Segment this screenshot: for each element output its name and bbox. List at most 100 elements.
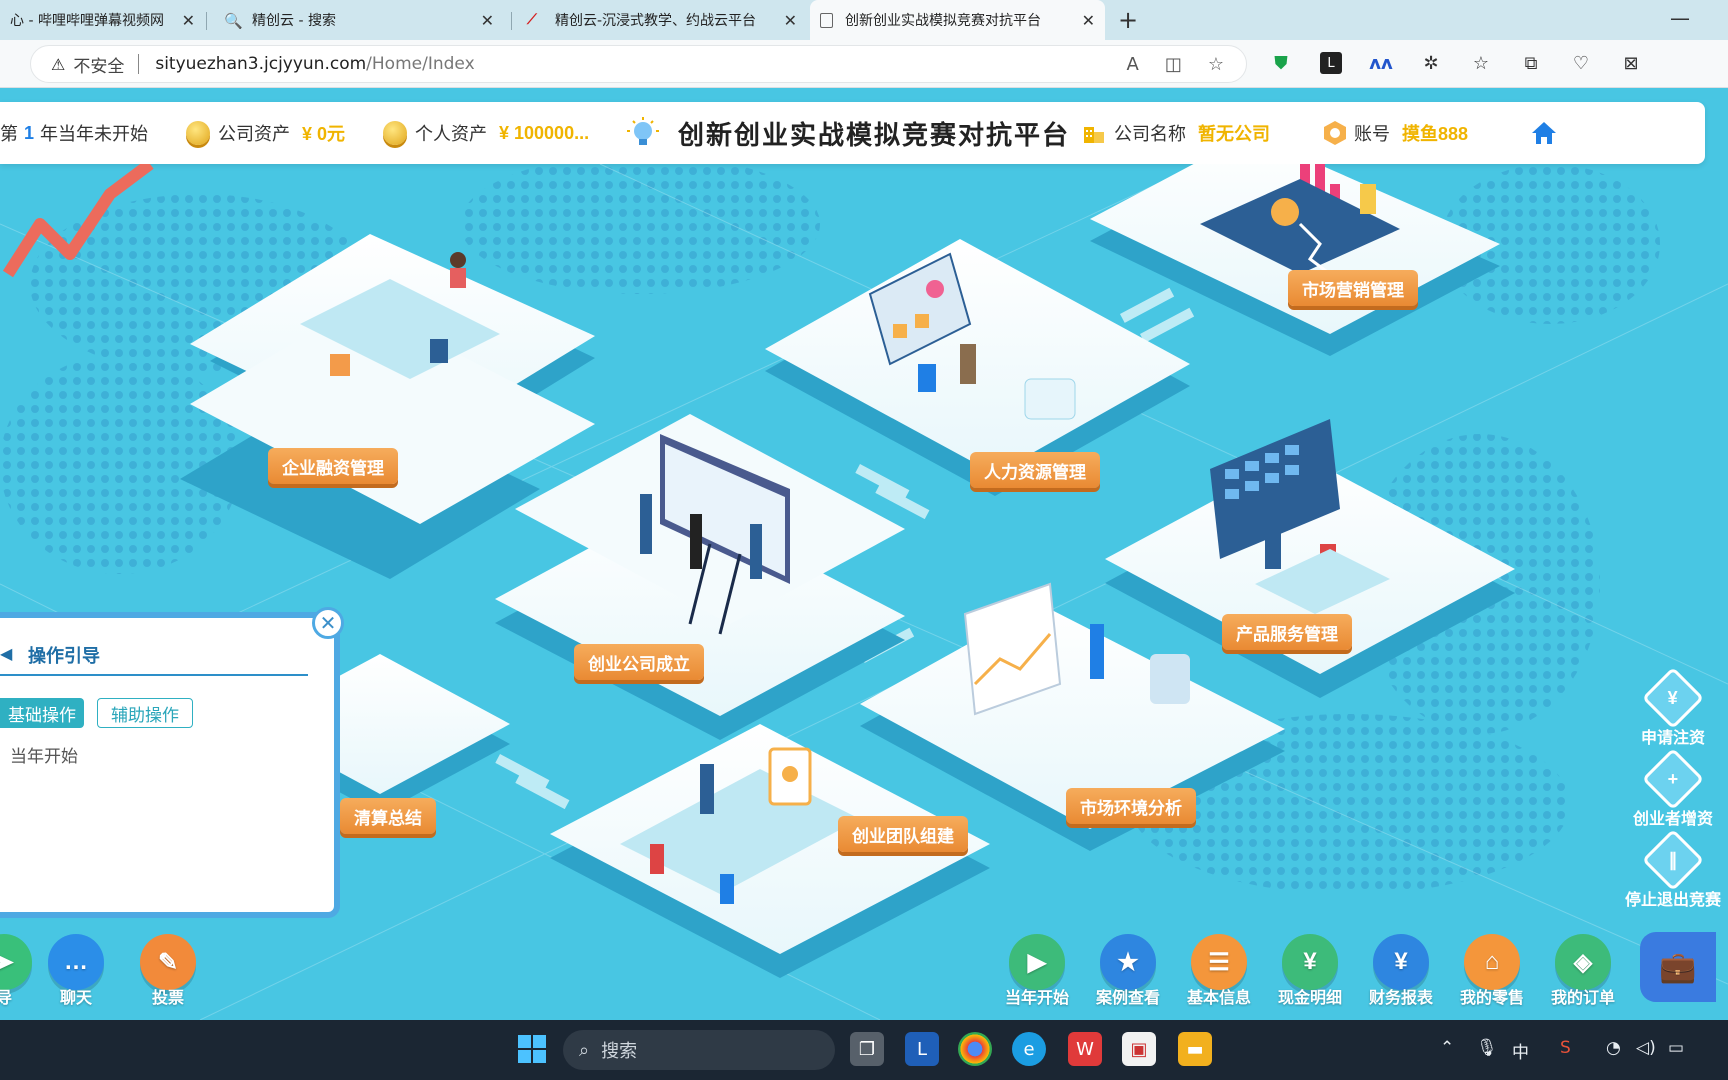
tab-jcyun[interactable]: ⟋ 精创云-沉浸式教学、约战云平台 ✕ [517,0,807,40]
money-bag-icon: ¥ [1373,934,1429,990]
stop-exit-button[interactable]: ∥ 停止退出竞赛 [1618,828,1728,910]
taskbar-search-label: 搜索 [601,1041,638,1062]
task-view-icon[interactable]: ❐ [850,1032,884,1066]
m-extension-icon[interactable]: ʌʌ [1369,52,1392,74]
apply-capital-button[interactable]: ¥ 申请注资 [1618,666,1728,748]
cash-detail-button[interactable]: ¥ 现金明细 [1268,934,1352,1008]
company-assets-label: 公司资产 [218,124,290,144]
chat-bubble-icon: … [48,934,104,990]
battery-icon[interactable]: ▭ [1668,1038,1684,1058]
close-icon: ✕ [319,611,337,635]
performance-icon[interactable]: ♡ [1570,52,1592,74]
taskbar-search[interactable]: ⌕ 搜索 [563,1030,835,1070]
guide-step[interactable]: 当年开始 [10,742,78,767]
wifi-icon[interactable]: ◔ [1606,1038,1621,1058]
split-screen-icon[interactable]: ◫ [1165,54,1182,75]
file-explorer-icon[interactable]: ▬ [1178,1032,1212,1066]
presentation-app-icon[interactable]: ▣ [1122,1032,1156,1066]
edge-icon[interactable]: e [1012,1032,1046,1066]
operation-guide-panel: ◀ 操作引导 基础操作 辅助操作 当年开始 [0,612,340,918]
close-icon[interactable]: ✕ [481,11,494,30]
yen-icon: ¥ [1641,666,1705,730]
platform-label-team[interactable]: 创业团队组建 [838,816,968,852]
ticket-icon: ¥ [1282,934,1338,990]
platform-label-settlement[interactable]: 清算总结 [340,798,436,834]
account: 账号 摸鱼888 [1322,102,1468,164]
vote-button[interactable]: ✎ 投票 [126,934,210,1008]
sogou-icon[interactable]: S [1560,1038,1571,1058]
case-view-label: 案例查看 [1095,990,1160,1007]
case-view-button[interactable]: ★ 案例查看 [1086,934,1170,1008]
close-icon[interactable]: ✕ [182,11,195,30]
chrome-icon[interactable] [958,1032,992,1066]
platform-label-hr[interactable]: 人力资源管理 [970,452,1100,488]
personal-assets-label: 个人资产 [415,124,487,144]
platform-label-market-env[interactable]: 市场环境分析 [1066,788,1196,824]
collections-icon[interactable]: ⧉ [1520,52,1542,74]
platform-label-financing[interactable]: 企业融资管理 [268,448,398,484]
close-icon[interactable]: ✕ [1082,11,1095,30]
insecure-label: 不安全 [73,56,125,77]
favorite-star-icon[interactable]: ☆ [1208,54,1224,75]
guide-close-button[interactable]: ✕ [312,607,344,639]
tag-icon: ◈ [1555,934,1611,990]
shop-icon: ⌂ [1464,934,1520,990]
home-button[interactable] [1530,102,1558,164]
lark-app-icon[interactable]: L [905,1032,939,1066]
math-solver-icon[interactable]: ⊠ [1620,52,1642,74]
close-icon[interactable]: ✕ [784,11,797,30]
minimize-button[interactable]: — [1670,6,1690,30]
year-status-text: 年当年未开始 [40,124,149,144]
browser-tab-bar: 心 - 哔哩哔哩弹幕视频网 ✕ 🔍 精创云 - 搜索 ✕ ⟋ 精创云-沉浸式教学… [0,0,1728,40]
home-icon [1532,122,1556,144]
basic-info-button[interactable]: ☰ 基本信息 [1177,934,1261,1008]
tray-chevron-icon[interactable]: ⌃ [1440,1038,1454,1058]
building-icon [1084,127,1104,143]
account-label: 账号 [1354,124,1390,144]
tab-search[interactable]: 🔍 精创云 - 搜索 ✕ [214,0,504,40]
l-extension-icon[interactable]: L [1320,52,1342,74]
account-value: 摸鱼888 [1402,124,1469,144]
company-name-value: 暂无公司 [1198,124,1270,144]
url-input[interactable]: ⚠ 不安全 sityuezhan3.jcjyyun.com /Home/Inde… [30,45,1247,83]
pause-icon: ∥ [1641,828,1705,892]
tab-separator [206,12,207,30]
shield-extension-icon[interactable]: ⛊ [1270,52,1292,74]
coin-icon [383,121,407,145]
chat-button[interactable]: … 聊天 [34,934,118,1008]
founder-increase-capital-button[interactable]: + 创业者增资 [1618,747,1728,829]
platform-label-founding[interactable]: 创业公司成立 [574,644,704,680]
guide-tab-basic[interactable]: 基础操作 [0,698,84,728]
year-start-label: 当年开始 [1004,990,1069,1007]
apply-capital-label: 申请注资 [1640,730,1705,747]
favorites-icon[interactable]: ☆ [1470,52,1492,74]
volume-icon[interactable]: ◁) [1636,1038,1656,1058]
clipboard-icon: ☰ [1191,934,1247,990]
windows-start-icon[interactable] [515,1032,549,1066]
app-header: 第 1 年当年未开始 公司资产 ¥ 0元 个人资产 ¥ 100000... 创新… [0,102,1705,164]
microphone-icon[interactable]: 🎙 [1476,1038,1498,1058]
tab-active-platform[interactable]: 创新创业实战模拟竞赛对抗平台 ✕ [810,0,1105,40]
year-start-button[interactable]: ▶ 当年开始 [995,934,1079,1008]
wps-icon[interactable]: W [1068,1032,1102,1066]
basic-info-label: 基本信息 [1186,990,1251,1007]
pause-glyph: ∥ [1668,849,1678,870]
read-aloud-icon[interactable]: A [1127,54,1139,75]
new-tab-button[interactable]: + [1118,6,1138,34]
my-order-button[interactable]: ◈ 我的订单 [1541,934,1625,1008]
url-host: sityuezhan3.jcjyyun.com [155,54,367,74]
puzzle-extensions-icon[interactable]: ✲ [1420,52,1442,74]
ime-indicator[interactable]: 中 [1512,1038,1529,1063]
platform-label-product[interactable]: 产品服务管理 [1222,614,1352,650]
tab-title: 心 - 哔哩哔哩弹幕视频网 [10,13,164,29]
guide-tab-aux[interactable]: 辅助操作 [97,698,193,728]
tab-title: 精创云-沉浸式教学、约战云平台 [555,13,757,29]
jcyun-logo-icon: ⟋ [527,12,537,28]
my-retail-button[interactable]: ⌂ 我的零售 [1450,934,1534,1008]
tab-bilibili[interactable]: 心 - 哔哩哔哩弹幕视频网 ✕ [0,0,205,40]
platform-label-marketing[interactable]: 市场营销管理 [1288,270,1418,306]
financial-report-button[interactable]: ¥ 财务报表 [1359,934,1443,1008]
coin-icon [186,121,210,145]
guide-icon: ➤ [0,934,32,990]
toolbox-button[interactable]: 💼 [1640,932,1716,1002]
